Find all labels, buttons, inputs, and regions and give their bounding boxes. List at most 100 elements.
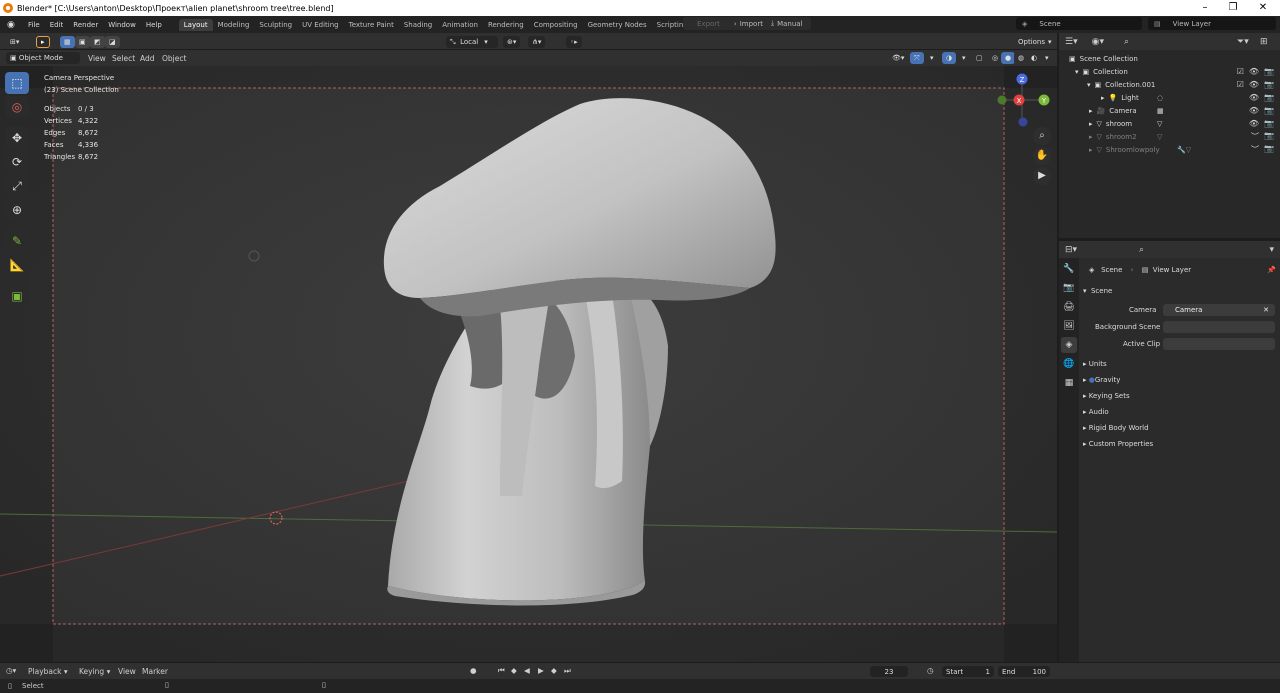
tab-texture-paint[interactable]: Texture Paint <box>344 19 399 31</box>
background-scene-field[interactable] <box>1163 321 1275 333</box>
camera-icon[interactable]: 📷 <box>1264 67 1274 76</box>
tab-uv-editing[interactable]: UV Editing <box>297 19 344 31</box>
eye-icon[interactable]: 👁 <box>1249 119 1259 128</box>
eye-icon[interactable]: 👁 <box>1249 106 1259 115</box>
tab-sculpting[interactable]: Sculpting <box>254 19 297 31</box>
checkbox-icon[interactable]: ☑ <box>1237 80 1244 89</box>
rendered-shading-icon[interactable]: ◐ <box>1027 52 1042 64</box>
jump-end-icon[interactable]: ⏭ <box>564 666 571 676</box>
measure-tool-icon[interactable]: 📐 <box>5 254 29 276</box>
camera-icon[interactable]: 📷 <box>1264 93 1274 102</box>
tab-shading[interactable]: Shading <box>399 19 437 31</box>
chevron-right-icon[interactable]: ▸ <box>1089 107 1093 115</box>
menu-help[interactable]: Help <box>141 21 167 29</box>
editor-type-icon[interactable]: ⊟▾ <box>1065 245 1077 255</box>
3d-viewport[interactable]: Z X Y ⌕ ✋ ▶ <box>0 66 1057 662</box>
end-frame-field[interactable]: End 100 <box>998 666 1050 677</box>
output-tab-icon[interactable]: 🖨 <box>1061 299 1077 315</box>
panel-keying-sets[interactable]: ▸ Keying Sets <box>1083 392 1130 400</box>
world-tab-icon[interactable]: 🌐 <box>1061 356 1077 372</box>
search-icon[interactable]: ⌕ <box>1139 245 1144 255</box>
section-scene[interactable]: ▾ Scene <box>1083 287 1112 295</box>
xray-toggle-icon[interactable]: ▢ <box>972 52 987 64</box>
annotate-tool-icon[interactable]: ✎ <box>5 230 29 252</box>
select-box-mode-icon[interactable]: ▦ <box>60 36 75 48</box>
camera-icon[interactable]: 📷 <box>1264 119 1274 128</box>
close-button[interactable]: ✕ <box>1248 0 1278 16</box>
tab-geometry-nodes[interactable]: Geometry Nodes <box>583 19 652 31</box>
panel-audio[interactable]: ▸ Audio <box>1083 408 1109 416</box>
chevron-down-icon[interactable]: ▾ <box>1075 68 1079 76</box>
tab-animation[interactable]: Animation <box>437 19 483 31</box>
select-tool-icon[interactable]: ⬚ <box>5 72 29 94</box>
add-cube-tool-icon[interactable]: ▣ <box>5 285 29 307</box>
transform-tool-icon[interactable]: ⊕ <box>5 199 29 221</box>
view-layer-selector[interactable]: ▤ View Layer <box>1148 17 1276 30</box>
playback-menu[interactable]: Playback ▾ <box>28 667 68 676</box>
rotate-tool-icon[interactable]: ⟳ <box>5 151 29 173</box>
gizmo-neg-z-icon[interactable] <box>1018 117 1028 127</box>
move-tool-icon[interactable]: ✥ <box>5 127 29 149</box>
display-mode-icon[interactable]: ◉▾ <box>1092 37 1104 47</box>
preview-range-icon[interactable]: ◷ <box>927 666 934 675</box>
outliner-row-shroom2[interactable]: ▸ ▽ shroom2 ▽ ︶ 📷 <box>1059 130 1280 143</box>
export-button[interactable]: Export <box>697 20 720 28</box>
view-layer-tab-icon[interactable]: 🖼 <box>1061 318 1077 334</box>
editor-type-icon[interactable]: ◷▾ <box>6 666 16 675</box>
transform-orientation-dropdown[interactable]: ⤡ Local ▾ <box>446 36 498 48</box>
outliner-row-camera[interactable]: ▸ 🎥 Camera ▦ 👁 📷 <box>1059 104 1280 117</box>
mesh-data-icon[interactable]: ▽ <box>1157 133 1162 141</box>
panel-rigid-body-world[interactable]: ▸ Rigid Body World <box>1083 424 1149 432</box>
menu-file[interactable]: File <box>23 21 45 29</box>
menu-edit[interactable]: Edit <box>45 21 69 29</box>
filter-icon[interactable]: ⏷▾ <box>1237 37 1249 47</box>
chevron-right-icon[interactable]: ▸ <box>1089 133 1093 141</box>
pivot-point-icon[interactable]: ⊛▾ <box>503 36 521 48</box>
outliner-row-light[interactable]: ▸ 💡 Light ◌ 👁 📷 <box>1059 91 1280 104</box>
eye-closed-icon[interactable]: ︶ <box>1251 131 1259 142</box>
camera-data-icon[interactable]: ▦ <box>1157 107 1164 115</box>
select-tool-icon[interactable]: ▸ <box>36 36 50 48</box>
prev-keyframe-icon[interactable]: ◆ <box>511 666 517 675</box>
gizmo-toggle-icon[interactable]: ⤧ <box>910 52 924 64</box>
chevron-right-icon[interactable]: ▸ <box>1089 120 1093 128</box>
camera-icon[interactable]: 📷 <box>1264 80 1274 89</box>
snapping-icon[interactable]: ⋔▾ <box>528 36 546 48</box>
chevron-right-icon[interactable]: ▸ <box>1089 146 1093 154</box>
camera-view-icon[interactable]: ▶ <box>1033 167 1051 185</box>
scene-selector[interactable]: ◈ Scene <box>1016 17 1142 30</box>
outliner-row-collection[interactable]: ▾ ▣ Collection ☑ 👁 📷 <box>1059 65 1280 78</box>
gizmo-dropdown-icon[interactable]: ▾ <box>926 52 938 64</box>
tab-modeling[interactable]: Modeling <box>213 19 255 31</box>
play-reverse-icon[interactable]: ◀ <box>524 666 530 675</box>
clear-icon[interactable]: ✕ <box>1263 306 1269 314</box>
proportional-edit-icon[interactable]: ◦▸ <box>566 36 582 48</box>
panel-gravity[interactable]: ▸ ●Gravity <box>1083 376 1120 384</box>
view-menu[interactable]: View <box>88 54 106 63</box>
minimize-button[interactable]: – <box>1190 0 1220 16</box>
solid-shading-icon[interactable]: ● <box>1001 52 1016 64</box>
light-data-icon[interactable]: ◌ <box>1157 94 1163 102</box>
tab-layout[interactable]: Layout <box>178 18 213 31</box>
checkbox-icon[interactable]: ☑ <box>1237 67 1244 76</box>
blender-menu-icon[interactable]: ◉ <box>7 20 17 30</box>
editor-type-icon[interactable]: ☰▾ <box>1065 37 1078 47</box>
jump-start-icon[interactable]: ⏮ <box>498 666 505 676</box>
texture-tab-icon[interactable]: ▦ <box>1061 375 1077 391</box>
search-icon[interactable]: ⌕ <box>1124 37 1129 47</box>
select-intersect-icon[interactable]: ◪ <box>105 36 120 48</box>
eye-icon[interactable]: 👁 <box>1249 80 1259 89</box>
import-button[interactable]: Import <box>740 20 763 28</box>
visibility-icon[interactable]: 👁▾ <box>888 52 909 64</box>
outliner-row-scene-collection[interactable]: ▣ Scene Collection <box>1059 52 1280 65</box>
active-clip-field[interactable] <box>1163 338 1275 350</box>
modifier-icon[interactable]: 🔧▽ <box>1177 146 1191 154</box>
pin-icon[interactable]: 📌 <box>1267 266 1276 274</box>
select-subtract-icon[interactable]: ◩ <box>90 36 105 48</box>
panel-custom-properties[interactable]: ▸ Custom Properties <box>1083 440 1153 448</box>
shading-dropdown-icon[interactable]: ▾ <box>1041 52 1053 64</box>
outliner-row-shroom[interactable]: ▸ ▽ shroom ▽ 👁 📷 <box>1059 117 1280 130</box>
object-menu[interactable]: Object <box>162 54 186 63</box>
add-menu[interactable]: Add <box>140 54 155 63</box>
overlays-toggle-icon[interactable]: ◑ <box>942 52 957 64</box>
